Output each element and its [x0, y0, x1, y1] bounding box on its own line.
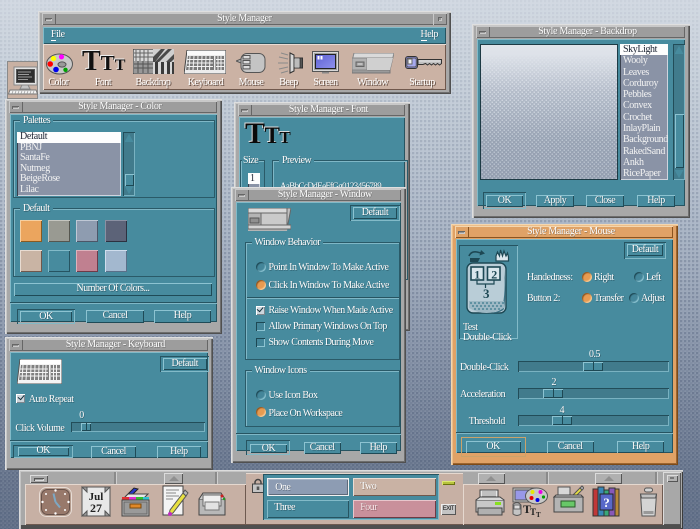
svg-text:T: T — [536, 511, 541, 518]
svg-text:2: 2 — [491, 268, 497, 282]
svg-text:27: 27 — [90, 501, 102, 515]
svg-text:1: 1 — [474, 268, 480, 282]
svg-text:3: 3 — [483, 286, 490, 301]
svg-text:?: ? — [603, 495, 610, 510]
